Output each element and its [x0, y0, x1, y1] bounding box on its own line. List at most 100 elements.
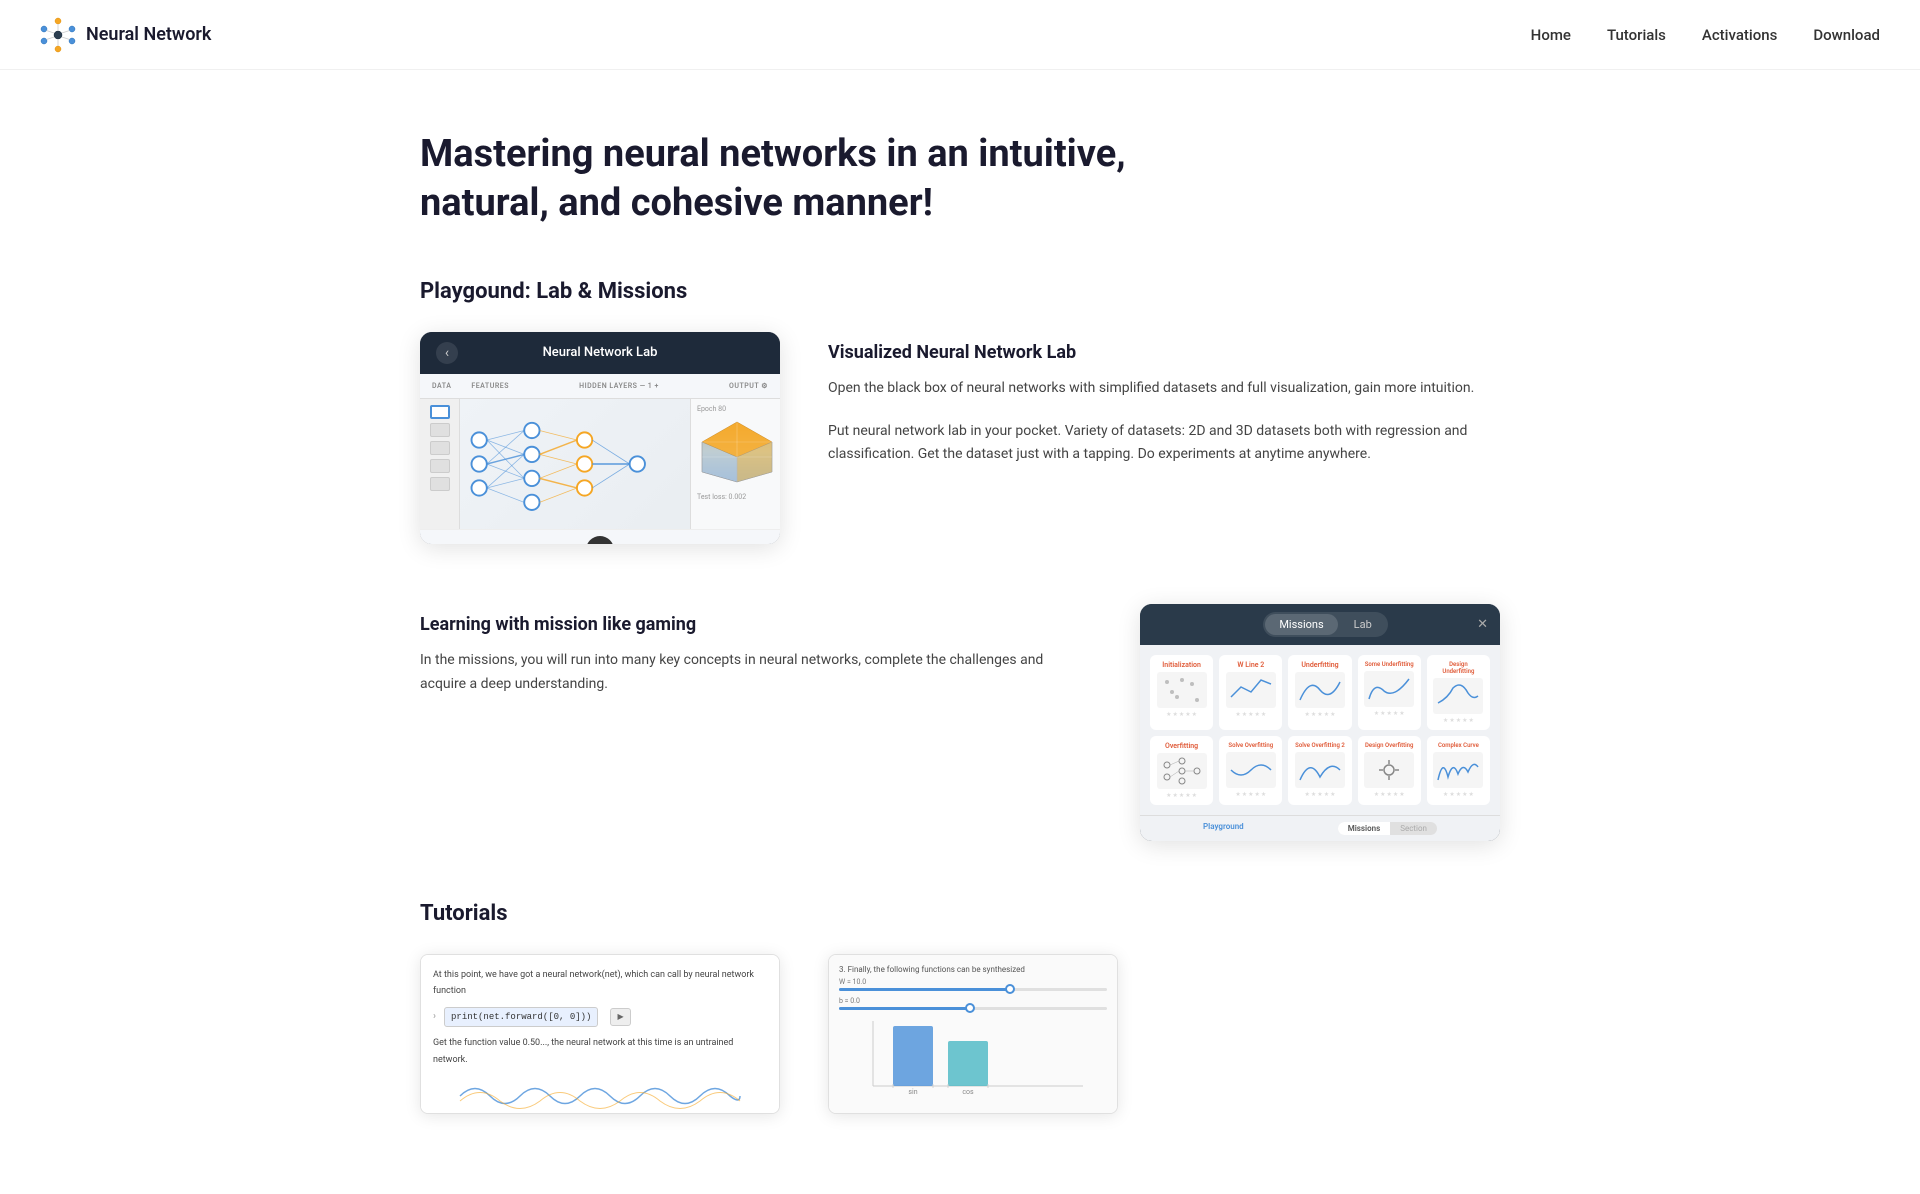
missions-screenshot: Missions Lab ✕ Initialization — [1140, 604, 1500, 841]
mission-stars-6: ★ ★ ★ ★ ★ — [1235, 791, 1266, 798]
star-3-2: ★ — [1380, 710, 1385, 717]
play-btn[interactable]: ▶ — [586, 536, 614, 544]
star-9-3: ★ — [1456, 791, 1461, 798]
slider-1-label: W = 10.0 — [839, 978, 1107, 986]
tab-lab[interactable]: Lab — [1340, 614, 1386, 635]
star-1-1: ★ — [1235, 711, 1240, 718]
slider-1-track[interactable] — [839, 988, 1107, 991]
mission-card-6[interactable]: Solve Overfitting ★ ★ ★ ★ ★ — [1219, 736, 1282, 805]
mission-card-8[interactable]: Design Overfitting ★ ★ — [1358, 736, 1421, 805]
bottom-tab-section[interactable]: Section — [1390, 822, 1437, 835]
feature-icon-5 — [430, 477, 450, 491]
lab-back-btn[interactable]: ‹ — [436, 342, 458, 364]
brand-logo[interactable]: Neural Network — [40, 17, 211, 53]
mission-title-3: Some Underfitting — [1365, 661, 1414, 668]
missions-grid: Initialization ★ ★ — [1140, 645, 1500, 815]
nav-activations[interactable]: Activations — [1702, 26, 1777, 44]
star-8-1: ★ — [1374, 791, 1379, 798]
star-4-5: ★ — [1468, 717, 1473, 724]
lab-title: Neural Network Lab — [543, 345, 658, 360]
mission-title-7: Solve Overfitting 2 — [1295, 742, 1345, 749]
output-svg — [697, 417, 777, 487]
star-6-1: ★ — [1235, 791, 1240, 798]
run-button[interactable]: ▶ — [610, 1008, 630, 1026]
star-0-1: ★ — [1166, 711, 1171, 718]
lab-left-panel — [420, 399, 460, 529]
hidden-layers-label: HIDDEN LAYERS — 1 + — [579, 382, 659, 390]
star-5-4: ★ — [1185, 792, 1190, 799]
star-5-2: ★ — [1173, 792, 1178, 799]
star-9-5: ★ — [1468, 791, 1473, 798]
playground-tab[interactable]: Playground — [1203, 822, 1244, 835]
mission-title-6: Solve Overfitting — [1228, 742, 1273, 749]
nav-home[interactable]: Home — [1531, 26, 1571, 44]
bottom-tab-group: Missions Section — [1338, 822, 1437, 835]
tut-chart-area: 3. Finally, the following functions can … — [829, 955, 1117, 1113]
mission-card-9[interactable]: Complex Curve ★ ★ ★ ★ ★ — [1427, 736, 1490, 805]
missions-close[interactable]: ✕ — [1477, 617, 1488, 632]
star-2-4: ★ — [1324, 711, 1329, 718]
brand-icon — [40, 17, 76, 53]
lab-titlebar: ‹ Neural Network Lab — [420, 332, 780, 374]
missions-tabs: Missions Lab ✕ — [1140, 604, 1500, 645]
star-7-5: ★ — [1330, 791, 1335, 798]
lab-screenshot: ‹ Neural Network Lab DATA FEATURES HIDDE… — [420, 332, 780, 544]
star-8-3: ★ — [1387, 791, 1392, 798]
mission-stars-8: ★ ★ ★ ★ ★ — [1374, 791, 1405, 798]
feature-icon-1 — [430, 405, 450, 419]
mission-stars-1: ★ ★ ★ ★ ★ — [1235, 711, 1266, 718]
tut-code-area: At this point, we have got a neural netw… — [421, 955, 779, 1113]
mission-card-7[interactable]: Solve Overfitting 2 ★ ★ ★ ★ ★ — [1288, 736, 1351, 805]
mission-card-3[interactable]: Some Underfitting ★ ★ ★ ★ ★ — [1358, 655, 1421, 730]
mission-title-9: Complex Curve — [1438, 742, 1479, 749]
step-btn[interactable]: ⏭ — [622, 541, 635, 544]
mission-card-2[interactable]: Underfitting ★ ★ ★ ★ ★ — [1288, 655, 1351, 730]
slider-2-thumb[interactable] — [965, 1003, 975, 1013]
star-0-4: ★ — [1185, 711, 1190, 718]
mission-card-4[interactable]: Design Underfitting ★ ★ ★ ★ ★ — [1427, 655, 1490, 730]
slider-2-track[interactable] — [839, 1007, 1107, 1010]
nav-links: Home Tutorials Activations Download — [1531, 26, 1880, 44]
star-0-2: ★ — [1173, 711, 1178, 718]
lab-header: DATA FEATURES HIDDEN LAYERS — 1 + OUTPUT… — [420, 374, 780, 399]
missions-section: Learning with mission like gaming In the… — [420, 604, 1500, 841]
star-8-2: ★ — [1380, 791, 1385, 798]
output-label-sm: Epoch 80 — [697, 405, 774, 413]
star-1-4: ★ — [1254, 711, 1259, 718]
data-label: DATA — [432, 382, 451, 390]
mission-card-1[interactable]: W Line 2 ★ ★ ★ ★ ★ — [1219, 655, 1282, 730]
tut-chevron: › — [433, 1008, 436, 1026]
slider-1-thumb[interactable] — [1005, 984, 1015, 994]
star-7-3: ★ — [1317, 791, 1322, 798]
slider-2-fill — [839, 1007, 973, 1010]
star-4-1: ★ — [1443, 717, 1448, 724]
star-0-3: ★ — [1179, 711, 1184, 718]
missions-tab-group: Missions Lab — [1263, 612, 1387, 637]
restart-btn[interactable]: ↺ — [566, 541, 578, 544]
nav-download[interactable]: Download — [1813, 26, 1880, 44]
star-8-5: ★ — [1399, 791, 1404, 798]
mission-stars-2: ★ ★ ★ ★ ★ — [1305, 711, 1336, 718]
bottom-tab-missions[interactable]: Missions — [1338, 822, 1391, 835]
tutorial-code-screenshot: At this point, we have got a neural netw… — [420, 954, 780, 1114]
tut-code-text-2: Get the function value 0.50..., the neur… — [433, 1035, 767, 1067]
tab-missions[interactable]: Missions — [1265, 614, 1337, 635]
lab-network-svg — [460, 399, 690, 529]
star-2-5: ★ — [1330, 711, 1335, 718]
mission-card-0[interactable]: Initialization ★ ★ — [1150, 655, 1213, 730]
star-0-5: ★ — [1192, 711, 1197, 718]
navbar: Neural Network Home Tutorials Activation… — [0, 0, 1920, 70]
feature-icon-2 — [430, 423, 450, 437]
mission-preview-9 — [1433, 752, 1483, 788]
mission-card-5[interactable]: Overfitting — [1150, 736, 1213, 805]
nav-tutorials[interactable]: Tutorials — [1607, 26, 1666, 44]
lab-text: Visualized Neural Network Lab Open the b… — [828, 332, 1500, 467]
star-2-3: ★ — [1317, 711, 1322, 718]
lab-feature-title: Visualized Neural Network Lab — [828, 342, 1500, 363]
star-3-1: ★ — [1374, 710, 1379, 717]
tutorials-section: Tutorials At this point, we have got a n… — [420, 901, 1500, 1114]
tutorials-content: At this point, we have got a neural netw… — [420, 954, 1500, 1114]
tut-chart-title: 3. Finally, the following functions can … — [839, 965, 1107, 974]
star-5-1: ★ — [1166, 792, 1171, 799]
star-1-5: ★ — [1261, 711, 1266, 718]
